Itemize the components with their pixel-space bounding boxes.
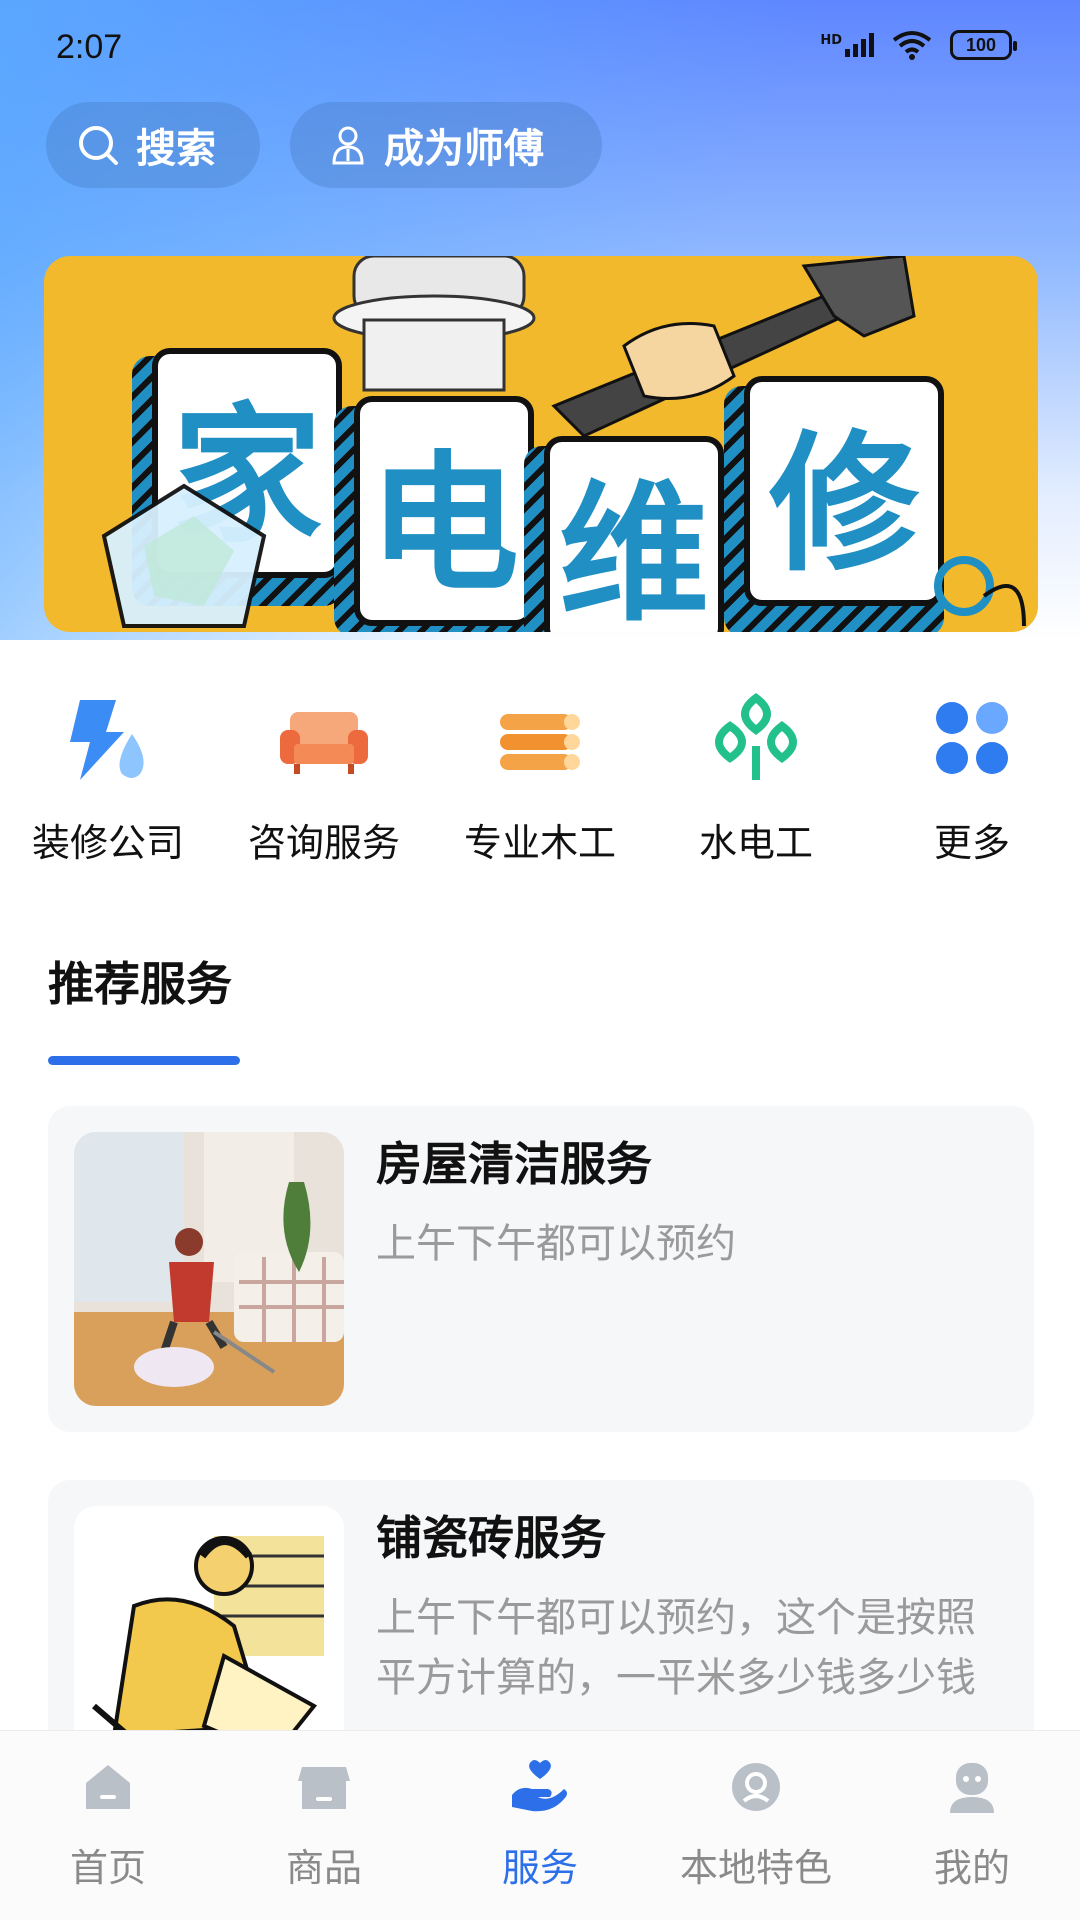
local-badge-icon xyxy=(732,1763,780,1811)
tab-products[interactable]: 商品 xyxy=(216,1731,432,1920)
search-icon xyxy=(79,126,118,165)
tab-label: 首页 xyxy=(69,1846,146,1890)
worker-icon xyxy=(332,126,364,165)
status-time: 2:07 xyxy=(56,28,123,66)
category-carpentry[interactable]: 专业木工 xyxy=(440,690,640,867)
pipe-hose-illustration xyxy=(934,556,1026,627)
tab-label: 本地特色 xyxy=(679,1846,832,1890)
profile-icon xyxy=(950,1763,994,1813)
section-title-recommend: 推荐服务 xyxy=(48,957,232,1011)
banner-char-4: 修 xyxy=(744,376,944,606)
service-title: 房屋清洁服务 xyxy=(376,1137,652,1191)
search-label: 搜索 xyxy=(136,126,216,172)
tab-label: 服务 xyxy=(501,1846,578,1890)
category-label: 咨询服务 xyxy=(247,821,400,865)
service-description: 上午下午都可以预约 xyxy=(376,1221,736,1267)
wood-logs-icon xyxy=(500,714,580,770)
service-image-cleaning xyxy=(74,1132,344,1406)
become-master-button[interactable]: 成为师傅 xyxy=(290,102,602,188)
tab-label: 商品 xyxy=(285,1846,362,1890)
status-bar: 2:07 HD 100 xyxy=(0,0,1080,96)
tab-label: 我的 xyxy=(933,1846,1010,1890)
section-title-underline xyxy=(48,1056,240,1065)
sofa-icon xyxy=(280,712,368,774)
banner-char-2: 电 xyxy=(354,396,534,626)
scales-icon xyxy=(715,693,797,780)
grid-icon xyxy=(936,702,1008,774)
tab-local[interactable]: 本地特色 xyxy=(648,1731,864,1920)
renovation-icon xyxy=(70,700,144,780)
tab-profile[interactable]: 我的 xyxy=(864,1731,1080,1920)
network-type-label: HD xyxy=(820,33,842,48)
wifi-icon xyxy=(892,31,932,60)
status-icons: HD 100 xyxy=(820,30,1017,60)
service-hand-icon xyxy=(512,1760,567,1812)
battery-icon: 100 xyxy=(950,30,1017,60)
service-description: 上午下午都可以预约，这个是按照平方计算的，一平米多少钱多少钱 xyxy=(376,1595,976,1701)
signal-icon: HD xyxy=(820,33,874,57)
search-button[interactable]: 搜索 xyxy=(46,102,260,188)
category-label: 装修公司 xyxy=(31,821,184,865)
banner-char-3: 维 xyxy=(544,436,724,632)
category-label: 专业木工 xyxy=(463,821,616,865)
category-electrician[interactable]: 水电工 xyxy=(656,690,856,867)
bottom-tab-bar: 首页 商品 服务 本地特色 我的 xyxy=(0,1730,1080,1920)
ice-cube-illustration xyxy=(101,483,267,628)
become-master-label: 成为师傅 xyxy=(384,126,544,172)
category-consulting[interactable]: 咨询服务 xyxy=(224,690,424,867)
service-title: 铺瓷砖服务 xyxy=(376,1511,606,1565)
shop-icon xyxy=(298,1767,350,1809)
promo-banner[interactable]: 家 电 维 修 xyxy=(44,256,1038,632)
category-renovation[interactable]: 装修公司 xyxy=(8,690,208,867)
category-label: 更多 xyxy=(933,821,1010,865)
tab-services[interactable]: 服务 xyxy=(432,1731,648,1920)
home-icon xyxy=(86,1765,130,1809)
tab-home[interactable]: 首页 xyxy=(0,1731,216,1920)
category-more[interactable]: 更多 xyxy=(872,690,1072,867)
battery-level: 100 xyxy=(965,34,997,55)
service-card[interactable]: 房屋清洁服务 上午下午都可以预约 xyxy=(48,1106,1034,1432)
category-label: 水电工 xyxy=(698,821,813,865)
